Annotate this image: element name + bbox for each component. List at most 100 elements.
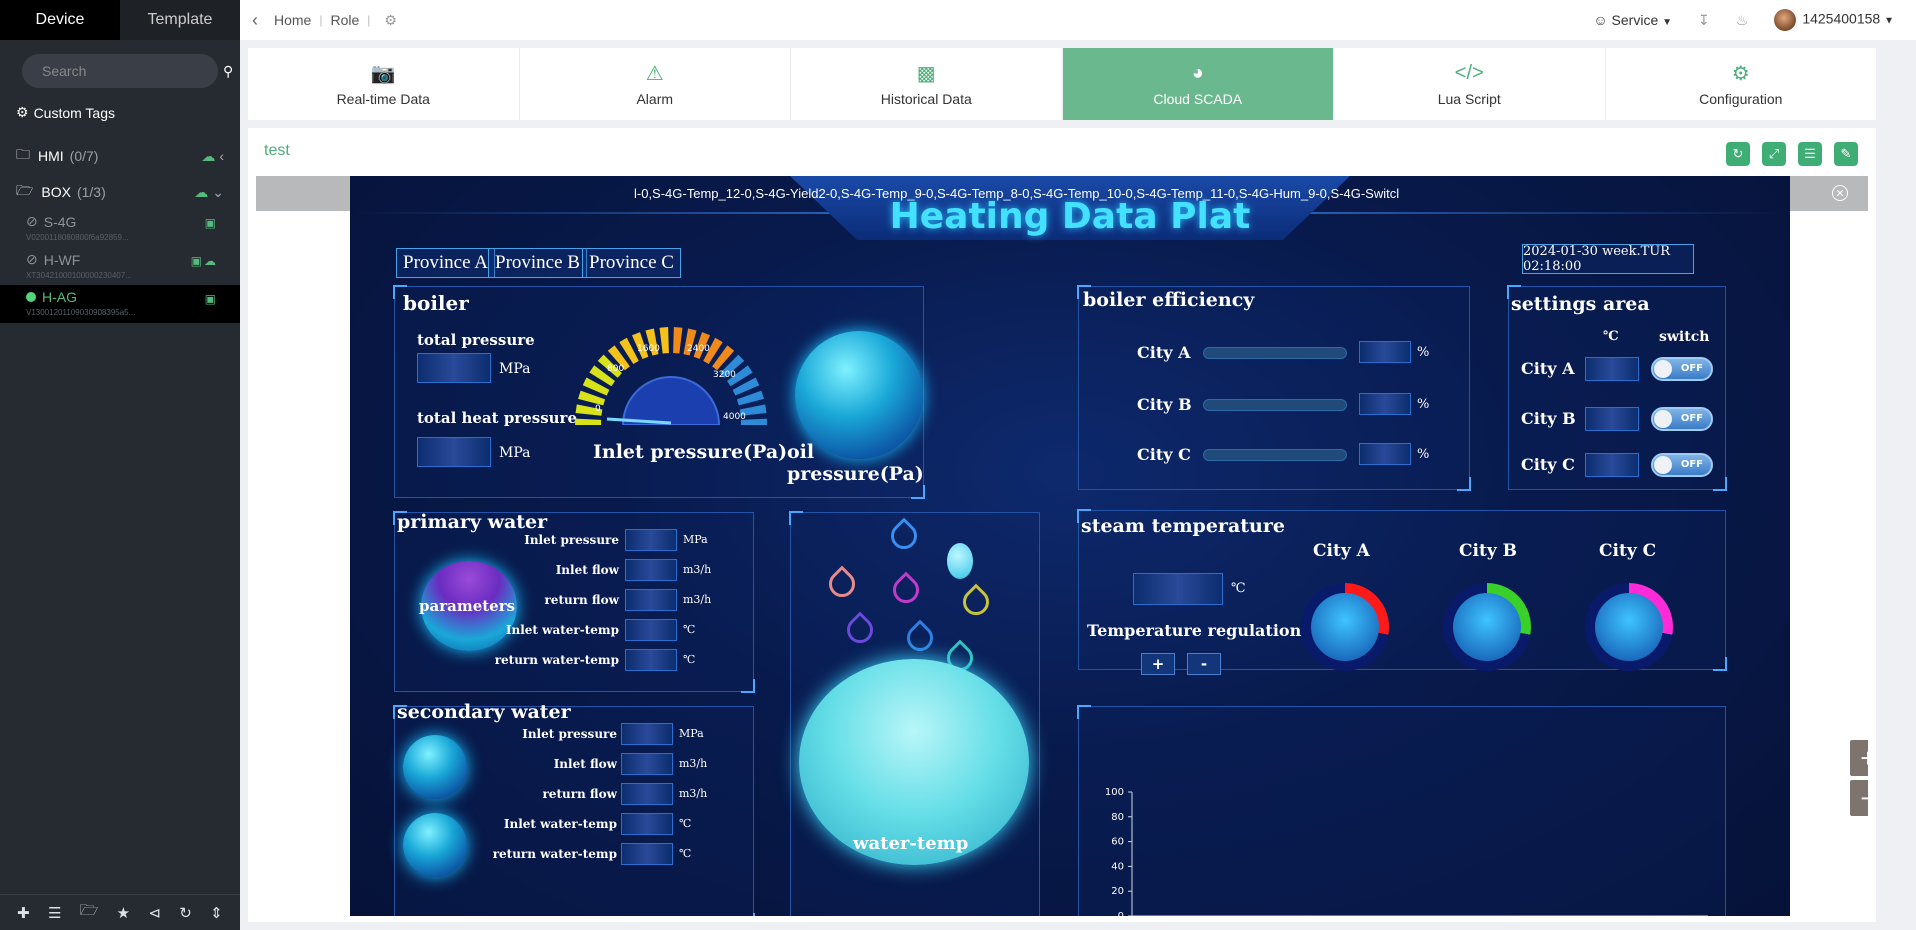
province-c-button[interactable]: Province C <box>582 248 681 278</box>
water-drop-icon <box>823 565 861 603</box>
chart-y-tick-label: 80 <box>1111 812 1124 823</box>
cloud-upload-icon[interactable]: ☁ <box>204 254 216 268</box>
toggle-state: OFF <box>1680 459 1703 470</box>
settings-city-c-input[interactable] <box>1585 453 1639 477</box>
share-icon[interactable]: ⊲ <box>148 904 161 922</box>
close-icon[interactable]: ✕ <box>1832 185 1848 201</box>
user-icon: ☺ <box>1593 12 1608 28</box>
steam-temperature-unit: ℃ <box>1231 581 1246 596</box>
group-name: BOX <box>41 184 71 200</box>
project-title: test <box>264 142 290 159</box>
device-name: H-AG <box>42 289 77 305</box>
calendar-icon[interactable]: ▣ <box>205 292 216 306</box>
gauge-segment <box>673 327 683 354</box>
tab-realtime-data[interactable]: 📷 Real-time Data <box>248 48 520 120</box>
gear-icon: ⚙ <box>16 104 29 120</box>
settings-city-b-toggle[interactable]: OFF <box>1651 407 1713 431</box>
sort-icon[interactable]: ⇕ <box>210 904 223 922</box>
settings-city-c-label: City C <box>1521 455 1575 474</box>
tab-cloud-scada[interactable]: ◕ Cloud SCADA <box>1062 48 1334 120</box>
water-row-label: Inlet flow <box>555 563 619 577</box>
group-name: HMI <box>38 148 64 164</box>
user-menu[interactable]: 1425400158 ▼ <box>1774 9 1894 31</box>
group-hmi[interactable]: 🗀 HMI (0/7) ☁ ‹ <box>0 139 240 173</box>
device-serial: V13001201109030908395a5... <box>26 308 136 317</box>
settings-city-a-input[interactable] <box>1585 357 1639 381</box>
water-row-value <box>625 589 677 611</box>
water-row-value <box>621 813 673 835</box>
refresh-icon[interactable]: ↻ <box>179 904 192 922</box>
group-box[interactable]: 🗁 BOX (1/3) ☁ ⌄ <box>0 175 240 209</box>
download-icon[interactable]: ↧ <box>1698 12 1710 29</box>
list-icon[interactable]: ☰ <box>1798 142 1822 166</box>
water-drop-icon <box>957 583 995 621</box>
search-icon[interactable]: ⚲ <box>223 63 233 80</box>
tab-configuration[interactable]: ⚙ Configuration <box>1606 48 1877 120</box>
chevron-left-icon[interactable]: ‹ <box>219 148 224 165</box>
zoom-out-button[interactable]: − <box>1850 780 1868 816</box>
water-row-label: return water-temp <box>492 847 617 861</box>
folder-icon: 🗀 <box>16 146 30 162</box>
efficiency-city-a-bar <box>1203 347 1347 359</box>
add-icon[interactable]: ✚ <box>17 904 30 922</box>
fullscreen-icon[interactable]: ⤢ <box>1762 142 1786 166</box>
tab-label: Cloud SCADA <box>1153 91 1243 107</box>
cloud-upload-icon[interactable]: ☁ <box>201 148 215 165</box>
oil-pressure-label: oil pressure(Pa) <box>787 441 924 485</box>
total-pressure-label: total pressure <box>417 331 535 349</box>
username: 1425400158 <box>1802 10 1881 27</box>
service-menu[interactable]: ☺ Service ▼ <box>1593 12 1672 28</box>
star-icon[interactable]: ★ <box>117 904 130 922</box>
edit-icon[interactable]: ✎ <box>1834 142 1858 166</box>
settings-city-c-toggle[interactable]: OFF <box>1651 453 1713 477</box>
gauge-tick-label: 800 <box>607 364 624 374</box>
device-item-s4g[interactable]: ⊘ S-4G V0200118080800f6a92859... ▣ <box>0 209 240 247</box>
device-item-hag[interactable]: H-AG V13001201109030908395a5... ▣ <box>0 285 240 323</box>
settings-icon[interactable]: ⚙ <box>384 12 397 29</box>
device-name: S-4G <box>43 213 77 230</box>
content-panel: test ↻ ⤢ ☰ ✎ l-0,S-4G-Temp_12-0,S-4G-Yie… <box>248 128 1876 922</box>
settings-city-a-toggle[interactable]: OFF <box>1651 357 1713 381</box>
bell-icon[interactable]: ♨ <box>1736 12 1749 29</box>
tab-template[interactable]: Template <box>120 0 240 40</box>
scada-canvas: l-0,S-4G-Temp_12-0,S-4G-Yield2-0,S-4G-Te… <box>350 176 1790 916</box>
breadcrumb-home[interactable]: Home <box>274 12 311 28</box>
custom-tags[interactable]: ⚙ Custom Tags <box>16 104 240 121</box>
tab-alarm[interactable]: ⚠ Alarm <box>520 48 791 120</box>
gear-icon: ⚙ <box>1731 62 1750 85</box>
breadcrumb-separator: | <box>319 13 323 27</box>
water-row-unit: MPa <box>683 533 708 546</box>
efficiency-city-c-unit: % <box>1417 447 1430 462</box>
back-chevron-icon[interactable]: ‹ <box>252 10 258 31</box>
settings-city-b-input[interactable] <box>1585 407 1639 431</box>
water-row-value <box>625 649 677 671</box>
calendar-icon[interactable]: ▣ <box>191 254 202 268</box>
water-temp-panel: water-temp <box>789 511 1040 916</box>
breadcrumb-separator: | <box>367 13 371 27</box>
boiler-efficiency-title: boiler efficiency <box>1083 289 1255 311</box>
tab-device[interactable]: Device <box>0 0 120 40</box>
tab-historical-data[interactable]: ▩ Historical Data <box>791 48 1063 120</box>
zoom-in-button[interactable]: + <box>1850 740 1868 776</box>
chevron-down-icon[interactable]: ⌄ <box>212 184 224 201</box>
chart-y-tick-label: 40 <box>1111 861 1124 872</box>
trend-chart: 100 80 60 40 20 0 <box>1105 787 1708 916</box>
province-a-button[interactable]: Province A <box>396 248 495 278</box>
list-icon[interactable]: ☰ <box>48 904 61 922</box>
water-drop-icon <box>841 611 879 649</box>
total-pressure-value <box>417 353 491 383</box>
chart-y-tick-label: 100 <box>1105 787 1124 798</box>
breadcrumb-role[interactable]: Role <box>330 12 359 28</box>
water-row-value <box>621 843 673 865</box>
tab-lua-script[interactable]: </> Lua Script <box>1334 48 1606 120</box>
calendar-icon[interactable]: ▣ <box>205 216 216 230</box>
cloud-upload-icon[interactable]: ☁ <box>194 184 208 201</box>
device-item-hwf[interactable]: ⊘ H-WF XT30421000100000230407... ▣ ☁ <box>0 247 240 285</box>
secondary-water-title: secondary water <box>397 701 571 723</box>
refresh-icon[interactable]: ↻ <box>1726 142 1750 166</box>
service-label: Service <box>1611 12 1659 28</box>
folder-open-icon[interactable]: 🗁 <box>80 900 99 925</box>
province-b-button[interactable]: Province B <box>488 248 587 278</box>
search-input[interactable] <box>42 63 223 79</box>
water-row-value <box>621 753 673 775</box>
